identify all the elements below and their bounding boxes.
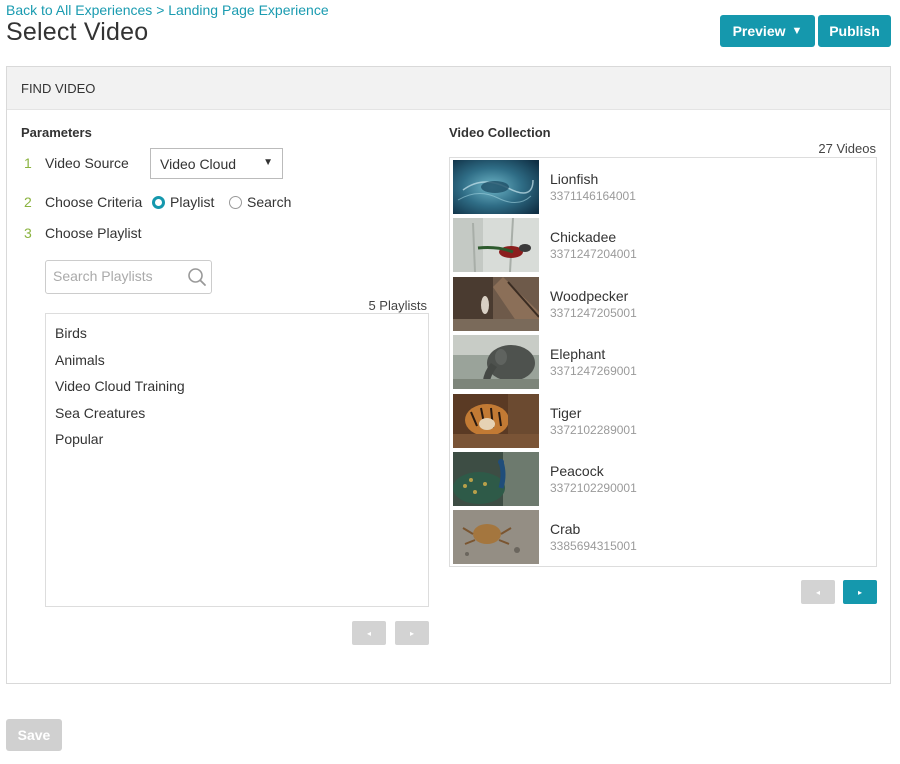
- playlist-item-popular[interactable]: Popular: [46, 426, 428, 453]
- breadcrumb-separator: >: [156, 2, 165, 18]
- video-prev-button[interactable]: ◂: [801, 580, 835, 604]
- playlist-prev-button[interactable]: ◂: [352, 621, 386, 645]
- save-button[interactable]: Save: [6, 719, 62, 751]
- video-name: Peacock: [550, 462, 604, 479]
- panel-header: FIND VIDEO: [7, 67, 890, 110]
- video-name: Crab: [550, 521, 581, 538]
- lionfish-thumbnail: [453, 160, 539, 214]
- page-title: Select Video: [6, 18, 149, 46]
- video-next-button[interactable]: ▸: [843, 580, 877, 604]
- breadcrumb-current-link[interactable]: Landing Page Experience: [168, 2, 328, 18]
- dropdown-arrow-icon: ▼: [263, 157, 273, 168]
- playlist-search-box: [45, 260, 212, 294]
- video-collection-title: Video Collection: [449, 125, 551, 140]
- video-source-value: Video Cloud: [160, 155, 237, 172]
- video-row-lionfish[interactable]: Lionfish 3371146164001: [453, 160, 876, 218]
- playlist-item-animals[interactable]: Animals: [46, 347, 428, 374]
- video-source-select[interactable]: Video Cloud ▼: [150, 148, 283, 179]
- video-id: 3385694315001: [550, 539, 637, 554]
- crab-thumbnail: [453, 510, 539, 565]
- step-label-choose-criteria: Choose Criteria: [45, 194, 143, 210]
- video-name: Lionfish: [550, 171, 599, 187]
- peacock-thumbnail: [453, 451, 539, 506]
- breadcrumb: Back to All Experiences > Landing Page E…: [6, 2, 329, 18]
- playlist-item-video-cloud-training[interactable]: Video Cloud Training: [46, 373, 428, 400]
- publish-button[interactable]: Publish: [818, 15, 891, 47]
- playlist-search-input[interactable]: [53, 261, 183, 291]
- caret-down-icon: ▼: [791, 25, 803, 37]
- preview-button[interactable]: Preview ▼: [720, 15, 815, 47]
- video-row-woodpecker[interactable]: Woodpecker 3371247205001: [453, 276, 876, 335]
- woodpecker-thumbnail: [453, 276, 539, 331]
- search-radio-label[interactable]: Search: [247, 194, 291, 210]
- video-row-peacock[interactable]: Peacock 3372102290001: [453, 451, 876, 510]
- video-name: Chickadee: [550, 229, 617, 246]
- preview-button-label: Preview: [732, 23, 786, 39]
- parameters-title: Parameters: [21, 125, 92, 140]
- step-label-choose-playlist: Choose Playlist: [45, 225, 142, 241]
- video-row-crab[interactable]: Crab 3385694315001: [453, 510, 876, 568]
- video-name: Woodpecker: [550, 287, 629, 304]
- video-id: 3371247269001: [550, 364, 637, 379]
- video-list: Lionfish 3371146164001 Chickadee 3371247…: [449, 157, 877, 567]
- video-id: 3372102289001: [550, 422, 637, 437]
- step-number-2: 2: [24, 194, 32, 210]
- video-row-elephant[interactable]: Elephant 3371247269001: [453, 335, 876, 393]
- playlist-list: Birds Animals Video Cloud Training Sea C…: [45, 313, 429, 607]
- video-name: Elephant: [550, 346, 606, 363]
- playlist-item-sea-creatures[interactable]: Sea Creatures: [46, 400, 428, 427]
- video-id: 3371247205001: [550, 305, 637, 320]
- video-id: 3372102290001: [550, 480, 637, 495]
- step-number-1: 1: [24, 155, 32, 171]
- video-name: Tiger: [550, 404, 582, 421]
- video-id: 3371146164001: [550, 189, 636, 203]
- find-video-panel: FIND VIDEO Parameters 1 Video Source Vid…: [6, 66, 891, 684]
- step-label-video-source: Video Source: [45, 155, 129, 171]
- breadcrumb-back-link[interactable]: Back to All Experiences: [6, 2, 152, 18]
- playlist-item-birds[interactable]: Birds: [46, 320, 428, 347]
- video-count: 27 Videos: [818, 141, 876, 156]
- step-number-3: 3: [24, 225, 32, 241]
- playlist-next-button[interactable]: ▸: [395, 621, 429, 645]
- video-id: 3371247204001: [550, 247, 637, 262]
- search-icon[interactable]: [187, 267, 207, 287]
- video-row-tiger[interactable]: Tiger 3372102289001: [453, 393, 876, 452]
- playlist-radio[interactable]: [152, 196, 165, 209]
- video-row-chickadee[interactable]: Chickadee 3371247204001: [453, 218, 876, 276]
- search-radio[interactable]: [229, 196, 242, 209]
- chickadee-thumbnail: [453, 218, 539, 273]
- playlist-radio-label[interactable]: Playlist: [170, 194, 214, 210]
- tiger-thumbnail: [453, 393, 539, 448]
- playlist-count: 5 Playlists: [368, 298, 427, 313]
- elephant-thumbnail: [453, 335, 539, 390]
